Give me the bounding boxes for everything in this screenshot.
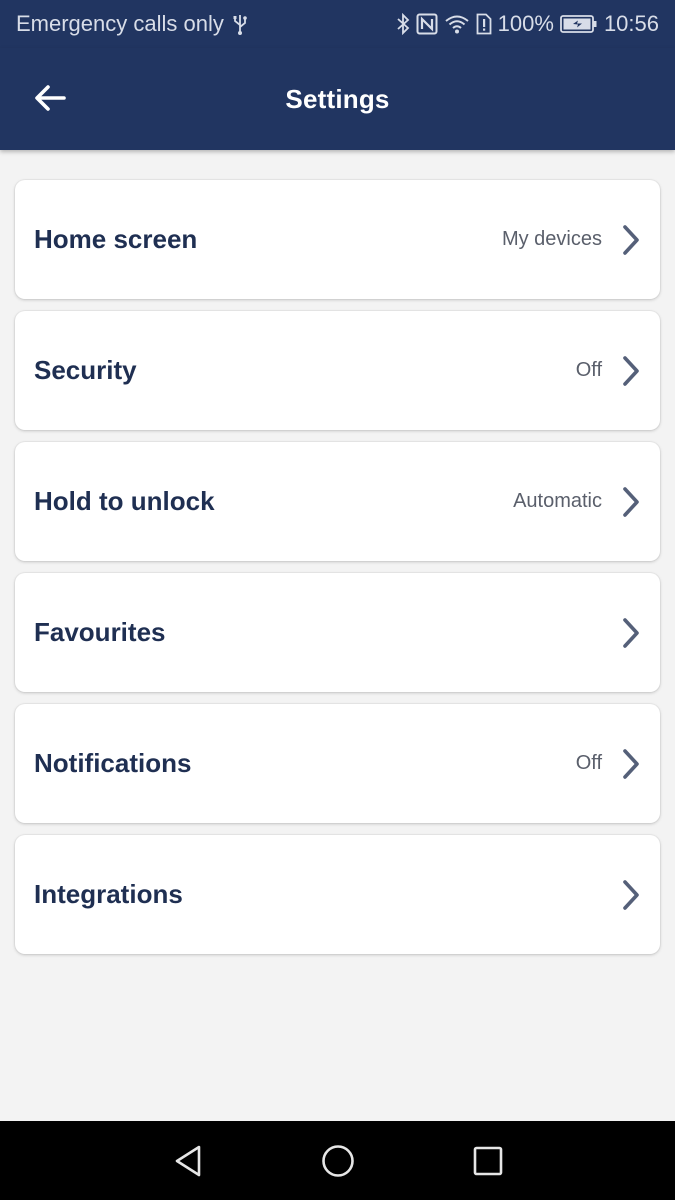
settings-item-notifications[interactable]: Notifications Off xyxy=(15,704,660,823)
settings-item-integrations[interactable]: Integrations xyxy=(15,835,660,954)
settings-item-right: Off xyxy=(576,747,642,781)
chevron-right-icon xyxy=(623,748,639,779)
carrier-text: Emergency calls only xyxy=(16,11,224,36)
usb-icon xyxy=(232,12,248,36)
settings-item-favourites[interactable]: Favourites xyxy=(15,573,660,692)
battery-percent: 100% xyxy=(497,11,554,36)
settings-item-label: Hold to unlock xyxy=(34,486,215,516)
nav-recents-button[interactable] xyxy=(468,1141,508,1181)
clock: 10:56 xyxy=(603,11,659,36)
nav-home-button[interactable] xyxy=(318,1141,358,1181)
settings-item-label: Home screen xyxy=(34,224,198,254)
chevron-right-icon xyxy=(623,486,639,517)
bluetooth-icon xyxy=(396,12,410,36)
settings-item-security[interactable]: Security Off xyxy=(15,311,660,430)
recents-square-icon xyxy=(473,1146,502,1175)
settings-item-home-screen[interactable]: Home screen My devices xyxy=(15,180,660,299)
chevron-right-icon xyxy=(623,879,639,910)
settings-item-value: Automatic xyxy=(513,490,602,512)
settings-item-label: Integrations xyxy=(34,879,183,909)
chevron-right-icon xyxy=(623,355,639,386)
home-circle-icon xyxy=(321,1144,354,1177)
sim-alert-icon xyxy=(476,12,492,36)
settings-item-right: Off xyxy=(576,354,642,388)
nav-back-button[interactable] xyxy=(168,1141,208,1181)
status-right: 100% 10:56 xyxy=(396,11,659,37)
status-bar: Emergency calls only 100% 10:56 xyxy=(0,0,675,48)
arrow-left-icon xyxy=(34,84,66,117)
settings-list: Home screen My devices Security Off Hold… xyxy=(15,180,660,966)
battery-icon xyxy=(560,12,598,36)
page-title: Settings xyxy=(285,83,390,114)
settings-item-label: Favourites xyxy=(34,617,166,647)
status-left: Emergency calls only xyxy=(16,11,248,37)
back-triangle-icon xyxy=(175,1145,200,1176)
settings-item-right: Automatic xyxy=(513,485,642,519)
nfc-icon xyxy=(416,12,438,36)
chevron-right-icon xyxy=(623,224,639,255)
settings-item-right xyxy=(602,616,642,650)
wifi-icon xyxy=(444,12,470,36)
system-nav-bar xyxy=(0,1121,675,1200)
settings-item-value: My devices xyxy=(501,228,602,250)
back-button[interactable] xyxy=(22,72,78,128)
chevron-right-icon xyxy=(623,617,639,648)
settings-item-value: Off xyxy=(575,359,602,381)
app-bar: Settings xyxy=(0,48,675,150)
settings-item-right: My devices xyxy=(502,223,642,257)
settings-item-value: Off xyxy=(575,752,602,774)
settings-item-label: Notifications xyxy=(34,748,192,778)
settings-item-right xyxy=(602,878,642,912)
settings-item-hold-to-unlock[interactable]: Hold to unlock Automatic xyxy=(15,442,660,561)
settings-item-label: Security xyxy=(34,355,137,385)
